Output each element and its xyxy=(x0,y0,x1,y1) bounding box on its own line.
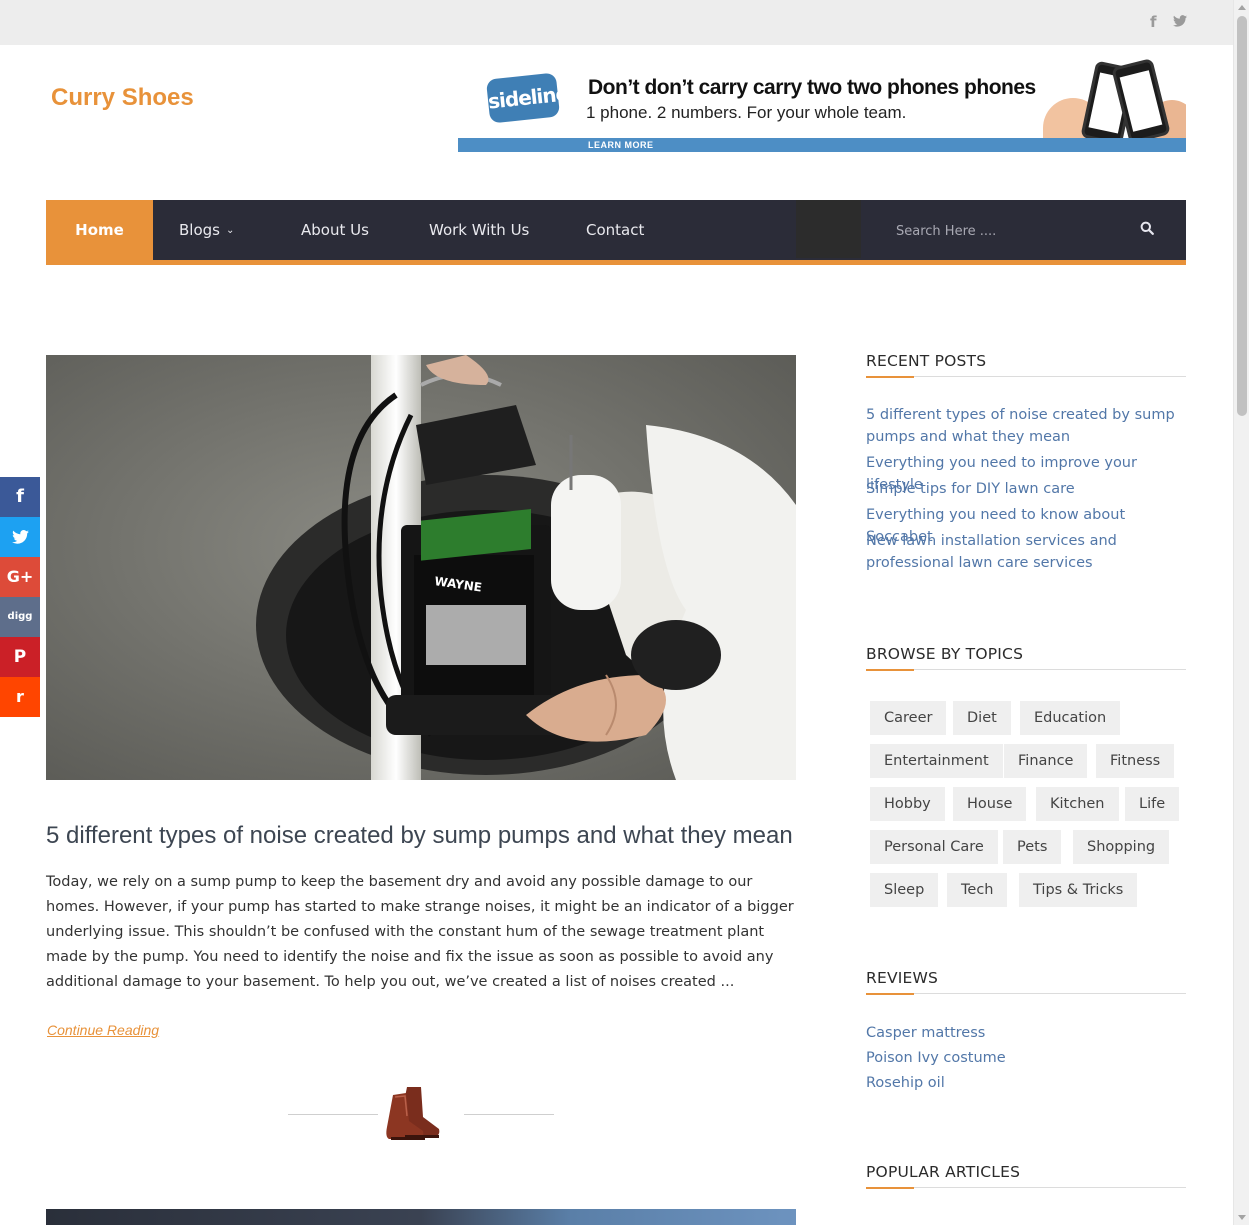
nav-spacer xyxy=(796,200,861,258)
main-nav: Home Blogs ⌄ About Us Work With Us Contac… xyxy=(46,200,1186,260)
ad-subline: 1 phone. 2 numbers. For your whole team. xyxy=(586,103,907,122)
browse-topics-title: BROWSE BY TOPICS xyxy=(866,645,1024,663)
ad-cta-strip xyxy=(458,138,1186,152)
topic-tag[interactable]: Finance xyxy=(1004,744,1088,778)
widget-divider xyxy=(866,376,1186,378)
topic-tag[interactable]: Shopping xyxy=(1073,830,1170,864)
reddit-share-icon[interactable]: r xyxy=(0,677,40,717)
recent-posts-title: RECENT POSTS xyxy=(866,352,987,370)
topic-tag[interactable]: House xyxy=(953,787,1027,821)
share-bar: f G+ digg P r xyxy=(0,477,40,717)
reviews-title: REVIEWS xyxy=(866,969,939,987)
recent-post-link[interactable]: 5 different types of noise created by su… xyxy=(866,404,1188,448)
review-link[interactable]: Rosehip oil xyxy=(866,1072,1188,1094)
ad-learn-more[interactable]: LEARN MORE xyxy=(588,140,654,150)
topic-tag[interactable]: Personal Care xyxy=(870,830,998,864)
boots-divider-icon xyxy=(385,1083,441,1148)
continue-reading-link[interactable]: Continue Reading xyxy=(47,1022,159,1038)
ad-banner[interactable]: sideline Don’t don’t carry carry two two… xyxy=(458,58,1186,152)
ad-brand-logo: sideline xyxy=(485,72,569,124)
nav-accent-bar xyxy=(46,260,1186,265)
recent-post-link[interactable]: New lawn installation services and profe… xyxy=(866,530,1188,574)
nav-blogs[interactable]: Blogs ⌄ xyxy=(179,200,234,260)
digg-share-icon[interactable]: digg xyxy=(0,597,40,637)
widget-divider xyxy=(866,1187,1186,1189)
site-logo[interactable]: Curry Shoes xyxy=(51,84,194,112)
ad-headline: Don’t don’t carry carry two two phones p… xyxy=(588,76,1036,99)
topic-tag[interactable]: Career xyxy=(870,701,947,735)
scroll-up-icon[interactable] xyxy=(1238,5,1246,10)
topic-tag[interactable]: Hobby xyxy=(870,787,945,821)
divider-line xyxy=(288,1114,378,1115)
topic-tag[interactable]: Tips & Tricks xyxy=(1019,873,1138,907)
search-icon[interactable] xyxy=(1140,221,1156,237)
top-bar: f xyxy=(0,0,1233,45)
google-plus-share-icon[interactable]: G+ xyxy=(0,557,40,597)
topic-tag[interactable]: Education xyxy=(1020,701,1121,735)
post-title[interactable]: 5 different types of noise created by su… xyxy=(46,822,806,850)
topic-tag[interactable]: Entertainment xyxy=(870,744,1003,778)
twitter-share-icon[interactable] xyxy=(0,517,40,557)
review-link[interactable]: Casper mattress xyxy=(866,1022,1188,1044)
divider-line xyxy=(464,1114,554,1115)
twitter-icon[interactable] xyxy=(1173,13,1187,31)
nav-contact[interactable]: Contact xyxy=(586,200,644,260)
widget-divider xyxy=(866,993,1186,995)
nav-work-with-us[interactable]: Work With Us xyxy=(429,200,529,260)
topic-tag[interactable]: Pets xyxy=(1003,830,1062,864)
topic-tag[interactable]: Kitchen xyxy=(1036,787,1119,821)
popular-articles-title: POPULAR ARTICLES xyxy=(866,1163,1021,1181)
review-link[interactable]: Poison Ivy costume xyxy=(866,1047,1188,1069)
topic-tag[interactable]: Sleep xyxy=(870,873,939,907)
scrollbar-thumb[interactable] xyxy=(1237,16,1247,416)
nav-blogs-label: Blogs xyxy=(179,221,220,239)
nav-home[interactable]: Home xyxy=(46,200,153,260)
facebook-share-icon[interactable]: f xyxy=(0,477,40,517)
post-featured-image[interactable]: WAYNE xyxy=(46,355,796,780)
facebook-icon[interactable]: f xyxy=(1150,13,1157,31)
scroll-down-icon[interactable] xyxy=(1238,1215,1246,1220)
pinterest-share-icon[interactable]: P xyxy=(0,637,40,677)
topic-tag[interactable]: Fitness xyxy=(1096,744,1175,778)
page-scrollbar[interactable] xyxy=(1233,0,1249,1225)
nav-about-us[interactable]: About Us xyxy=(301,200,369,260)
topic-tag[interactable]: Diet xyxy=(953,701,1011,735)
next-post-image[interactable] xyxy=(46,1209,796,1225)
topic-tag[interactable]: Life xyxy=(1125,787,1180,821)
recent-post-link[interactable]: Simple tips for DIY lawn care xyxy=(866,478,1188,500)
topic-tag[interactable]: Tech xyxy=(947,873,1008,907)
search-input[interactable] xyxy=(896,218,1136,244)
post-excerpt: Today, we rely on a sump pump to keep th… xyxy=(46,874,794,990)
widget-divider xyxy=(866,669,1186,671)
chevron-down-icon: ⌄ xyxy=(225,225,235,236)
